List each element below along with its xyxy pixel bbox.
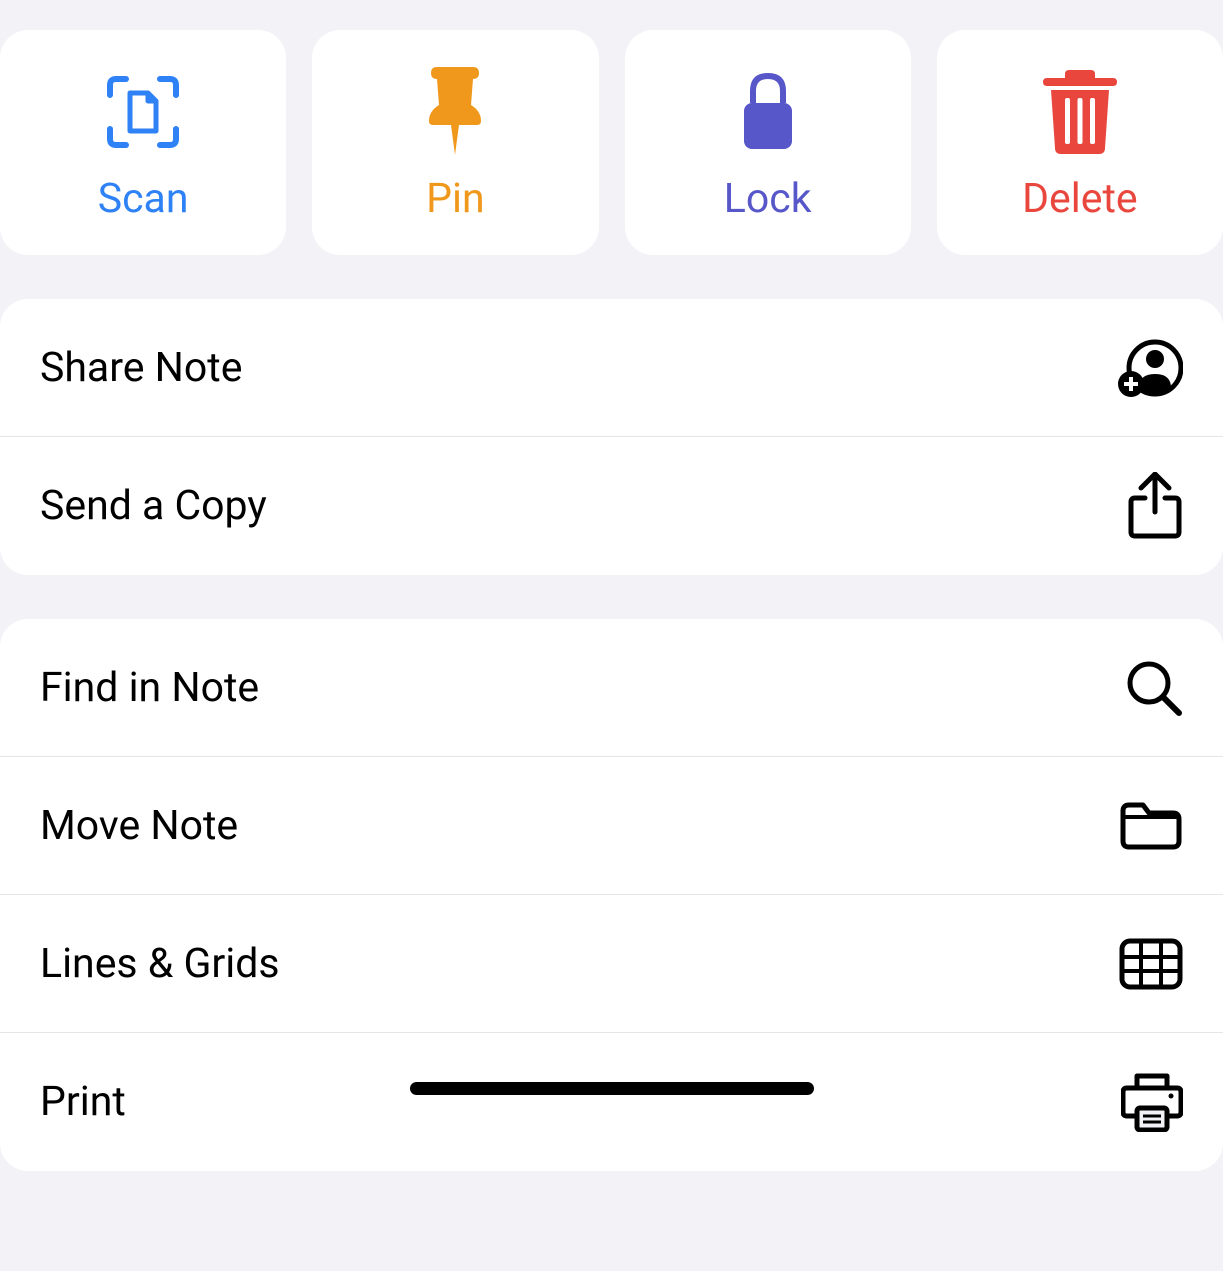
lock-label: Lock xyxy=(724,175,812,223)
search-icon xyxy=(1125,659,1183,717)
send-copy-label: Send a Copy xyxy=(40,482,267,530)
delete-label: Delete xyxy=(1022,175,1138,223)
print-item[interactable]: Print xyxy=(0,1033,1223,1171)
scan-button[interactable]: Scan xyxy=(0,30,286,255)
find-in-note-label: Find in Note xyxy=(40,664,259,712)
grid-icon xyxy=(1119,938,1183,990)
find-in-note-item[interactable]: Find in Note xyxy=(0,619,1223,757)
top-actions-row: Scan Pin Lock xyxy=(0,0,1223,255)
share-note-label: Share Note xyxy=(40,344,242,392)
home-indicator[interactable] xyxy=(410,1082,814,1095)
trash-icon xyxy=(1043,67,1117,157)
share-arrow-icon xyxy=(1127,472,1183,540)
lines-grids-item[interactable]: Lines & Grids xyxy=(0,895,1223,1033)
pin-button[interactable]: Pin xyxy=(312,30,598,255)
lines-grids-label: Lines & Grids xyxy=(40,940,280,988)
lock-button[interactable]: Lock xyxy=(625,30,911,255)
scan-icon xyxy=(104,67,182,157)
folder-icon xyxy=(1119,801,1183,851)
print-icon xyxy=(1121,1072,1183,1132)
menu-group-share: Share Note Send a Copy xyxy=(0,299,1223,575)
share-note-item[interactable]: Share Note xyxy=(0,299,1223,437)
move-note-label: Move Note xyxy=(40,802,238,850)
lock-icon xyxy=(738,67,798,157)
move-note-item[interactable]: Move Note xyxy=(0,757,1223,895)
print-label: Print xyxy=(40,1078,126,1126)
share-person-icon xyxy=(1117,338,1183,398)
pin-label: Pin xyxy=(426,175,484,223)
scan-label: Scan xyxy=(98,175,189,223)
pin-icon xyxy=(425,67,485,157)
send-copy-item[interactable]: Send a Copy xyxy=(0,437,1223,575)
delete-button[interactable]: Delete xyxy=(937,30,1223,255)
